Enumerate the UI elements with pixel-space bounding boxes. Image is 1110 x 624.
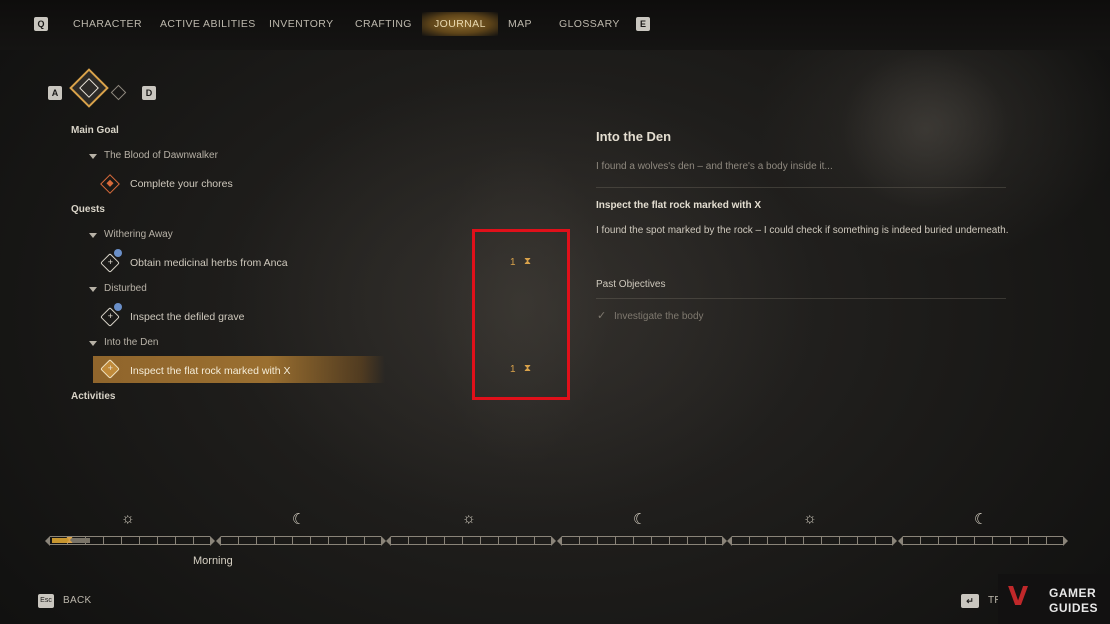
section-main-goal: Main Goal [71,125,119,136]
top-navigation: Q CHARACTER ACTIVE ABILITIES INVENTORY C… [0,0,1110,50]
objective-description: I found the spot marked by the rock – I … [596,225,1009,236]
tab-character[interactable]: CHARACTER [73,18,142,30]
quests-diamond-icon [79,78,99,98]
timeline-segment [727,536,897,546]
quest-disturbed[interactable]: Disturbed [104,283,147,294]
tab-map[interactable]: MAP [508,18,532,30]
current-time-of-day: Morning [193,555,233,567]
past-objectives-heading: Past Objectives [596,279,666,290]
objective-title: Inspect the flat rock marked with X [596,200,762,211]
subnav-left-key[interactable]: A [48,86,62,100]
sun-icon: ☼ [803,510,817,527]
divider [596,187,1006,188]
subnav-right-key[interactable]: D [142,86,156,100]
main-objective-icon [100,174,120,194]
quest-withering-away[interactable]: Withering Away [104,229,173,240]
journal-quests-icon[interactable] [69,68,109,108]
section-activities: Activities [71,391,116,402]
sun-icon: ☼ [121,510,135,527]
timeline-segment [898,536,1068,546]
nav-right-key[interactable]: E [636,17,650,31]
detail-title: Into the Den [596,129,672,144]
logo-mark-icon: ᐯ [1008,582,1029,612]
logo-line-2: GUIDES [1049,601,1099,615]
detail-description: I found a wolves's den – and there's a b… [596,161,833,172]
moon-icon: ☾ [974,511,988,528]
clock-badge-icon [114,303,122,311]
objective-obtain-herbs[interactable]: Obtain medicinal herbs from Anca [130,257,288,269]
timeline-segment [386,536,556,546]
objective-inspect-grave[interactable]: Inspect the defiled grave [130,311,244,323]
timeline-segment [557,536,727,546]
tab-journal[interactable]: JOURNAL [422,12,498,36]
timeline-hourglass-icon: ⧗ [66,535,74,546]
tab-glossary[interactable]: GLOSSARY [559,18,620,30]
moon-icon: ☾ [633,511,647,528]
nav-left-key[interactable]: Q [34,17,48,31]
logo-line-1: GAMER [1049,586,1097,600]
quest-blood-of-dawnwalker[interactable]: The Blood of Dawnwalker [104,150,218,161]
caret-down-icon[interactable] [89,233,97,238]
background-figure [840,50,1010,210]
section-quests: Quests [71,204,105,215]
quest-into-the-den[interactable]: Into the Den [104,337,158,348]
journal-secondary-icon[interactable] [110,84,127,101]
checkmark-icon: ✓ [597,310,607,322]
tab-inventory[interactable]: INVENTORY [269,18,333,30]
objective-inspect-rock[interactable]: Inspect the flat rock marked with X [130,365,290,377]
caret-down-icon[interactable] [89,287,97,292]
sun-icon: ☼ [462,510,476,527]
caret-down-icon[interactable] [89,154,97,159]
back-button[interactable]: BACK [63,595,91,606]
main-objective-core-icon [106,179,114,187]
back-key[interactable]: Esc [38,594,54,608]
tab-active-abilities[interactable]: ACTIVE ABILITIES [160,18,256,30]
caret-down-icon[interactable] [89,341,97,346]
timeline-segment [216,536,386,546]
moon-icon: ☾ [292,511,306,528]
clock-badge-icon [114,249,122,257]
objective-complete-chores[interactable]: Complete your chores [130,178,233,190]
divider [596,298,1006,299]
tab-crafting[interactable]: CRAFTING [355,18,412,30]
highlight-box [472,229,570,400]
track-key-icon[interactable]: ↵ [961,594,979,608]
past-objective-item: Investigate the body [614,311,704,322]
